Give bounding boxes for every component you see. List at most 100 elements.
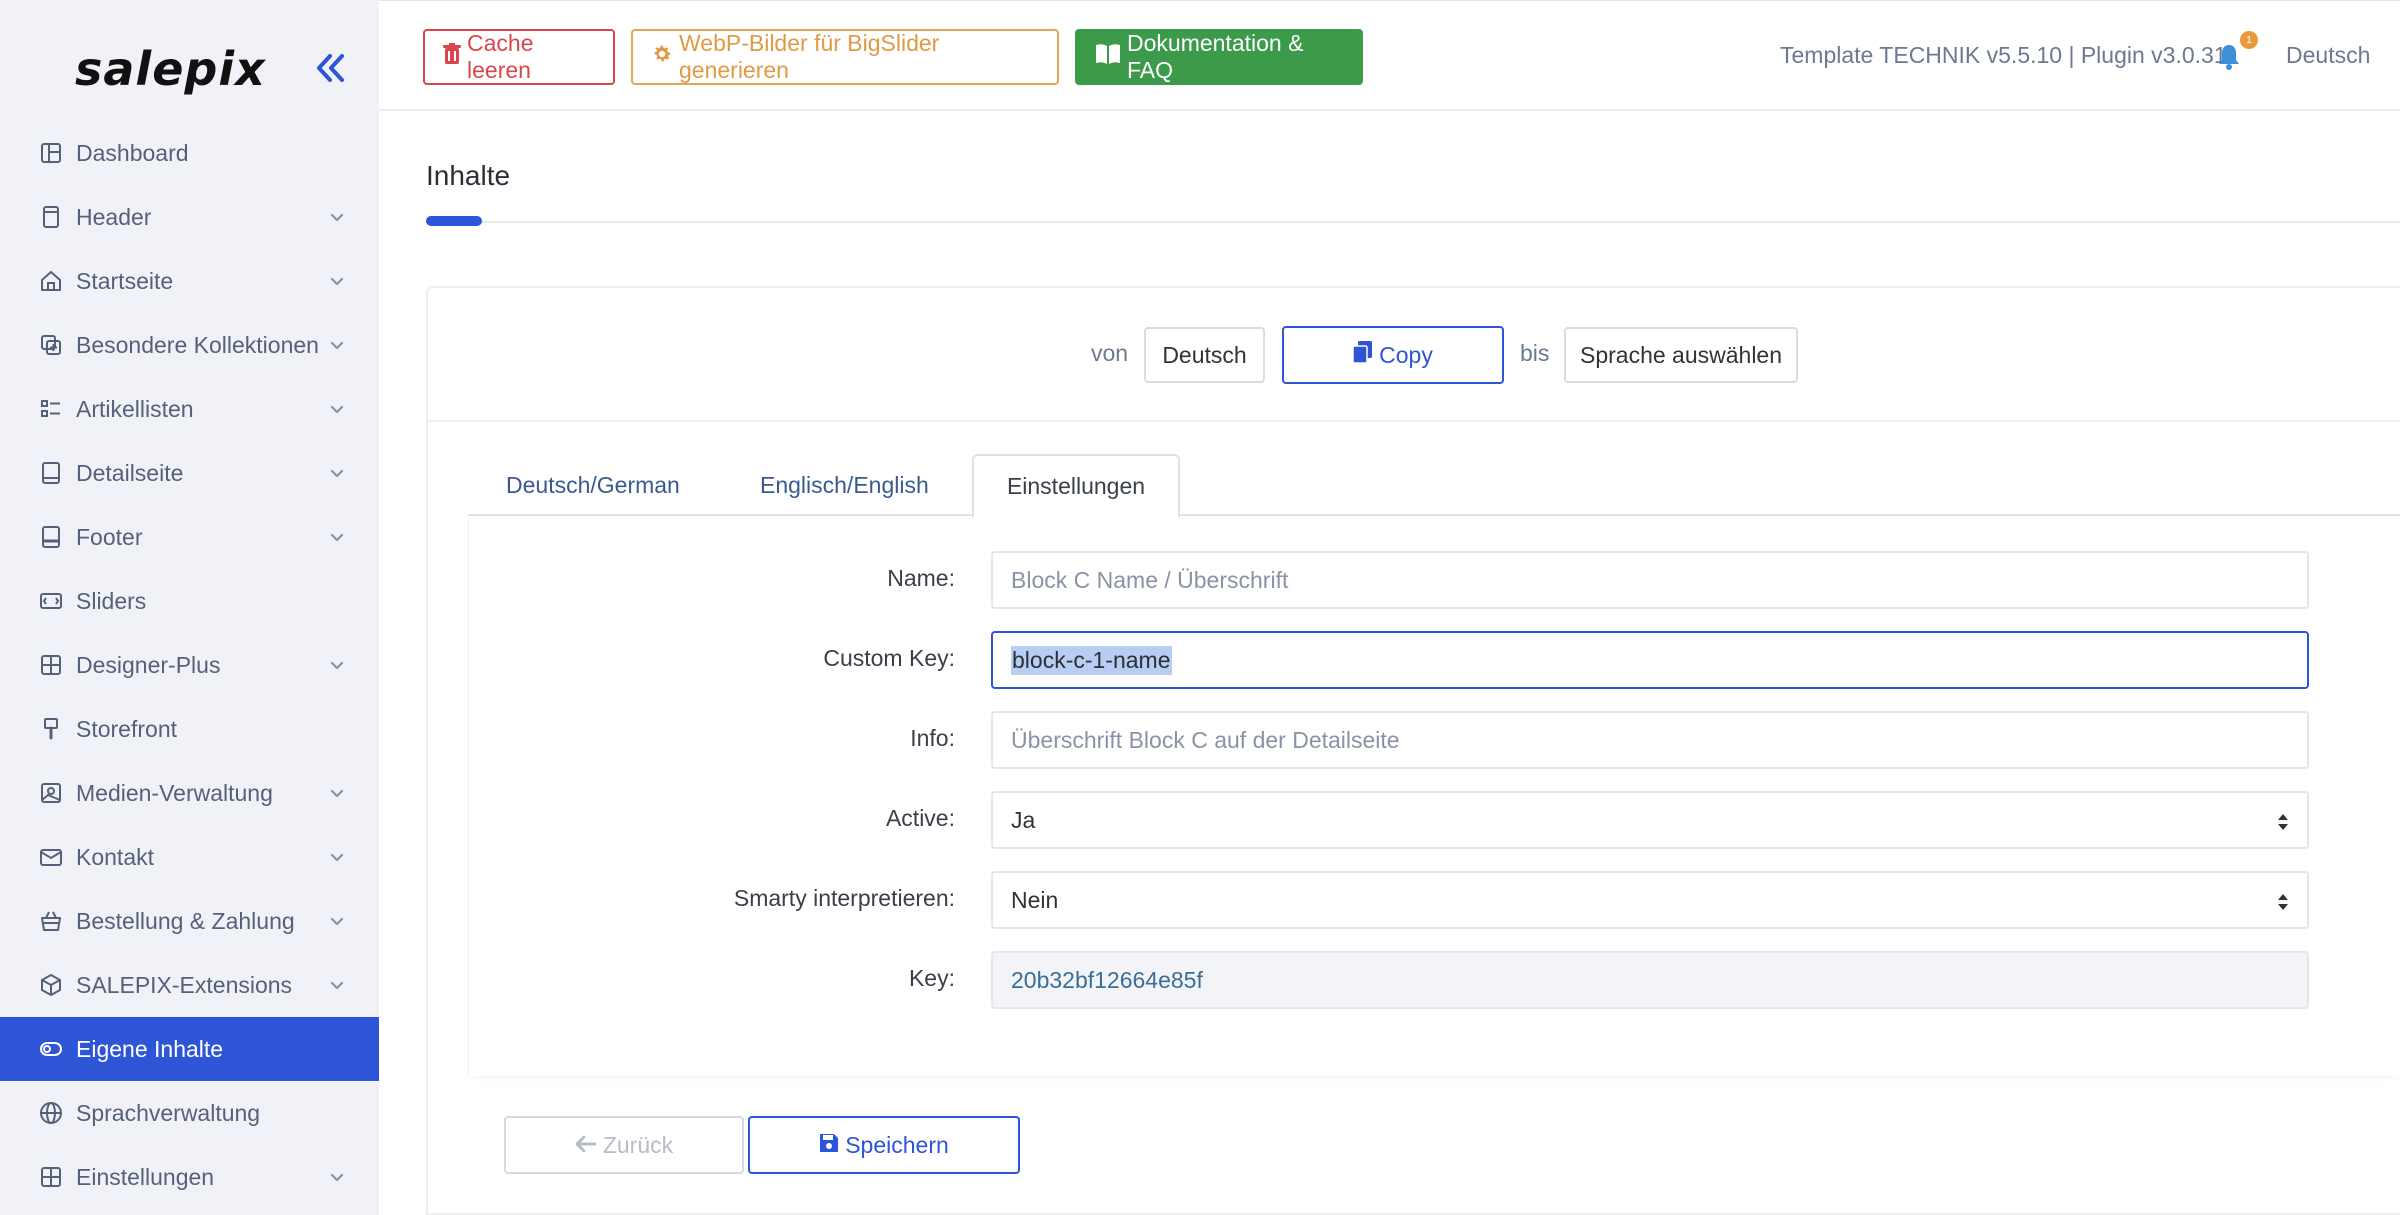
sidebar-item-header[interactable]: Header <box>0 185 379 249</box>
documentation-label: Dokumentation & FAQ <box>1127 30 1304 83</box>
smarty-label: Smarty interpretieren: <box>733 885 955 911</box>
sidebar-item-label: Detailseite <box>76 459 184 486</box>
gear-icon <box>651 43 679 71</box>
sidebar-item-label: Footer <box>76 523 143 550</box>
basket-icon <box>39 909 63 933</box>
sidebar-nav: Dashboard Header Startseite Besondere Kolle… <box>0 121 379 1209</box>
settings-grid-icon <box>39 1165 63 1189</box>
info-input[interactable]: Überschrift Block C auf der Detailseite <box>991 711 2309 769</box>
sidebar: salepix Dashboard Header Startseite Besonde… <box>0 0 379 1215</box>
tab-german[interactable]: Deutsch/German <box>506 454 680 516</box>
brush-icon <box>39 717 63 741</box>
documentation-button[interactable]: Dokumentation & FAQ <box>1075 29 1363 85</box>
active-select[interactable]: Ja <box>991 791 2309 849</box>
collections-icon <box>39 333 63 357</box>
sidebar-item-label: Sprachverwaltung <box>76 1099 261 1126</box>
collapse-sidebar-icon[interactable] <box>310 48 350 88</box>
sidebar-item-label: Medien-Verwaltung <box>76 779 273 806</box>
sidebar-item-sliders[interactable]: Sliders <box>0 569 379 633</box>
select-caret-icon <box>2277 811 2289 838</box>
sidebar-item-artikellisten[interactable]: Artikellisten <box>0 377 379 441</box>
key-row: Key: 20b32bf12664e85f <box>469 951 2400 1009</box>
custom-key-row: Custom Key: block-c-1-name <box>469 631 2400 689</box>
chevron-down-icon <box>327 335 347 355</box>
copy-target-language-button[interactable]: Sprache auswählen <box>1564 327 1798 383</box>
select-caret-icon <box>2277 891 2289 918</box>
tab-bar: Deutsch/German Englisch/English Einstell… <box>468 454 2400 518</box>
sidebar-item-salepix-extensions[interactable]: SALEPIX-Extensions <box>0 953 379 1017</box>
notification-badge: 1 <box>2240 31 2258 49</box>
sidebar-item-dashboard[interactable]: Dashboard <box>0 121 379 185</box>
sidebar-item-storefront[interactable]: Storefront <box>0 697 379 761</box>
slider-icon <box>39 589 63 613</box>
language-selector[interactable]: Deutsch <box>2286 42 2370 69</box>
smarty-row: Smarty interpretieren: Nein <box>469 871 2400 929</box>
smarty-select[interactable]: Nein <box>991 871 2309 929</box>
page-title: Inhalte <box>426 160 511 191</box>
dashboard-icon <box>39 141 63 165</box>
custom-key-input[interactable]: block-c-1-name <box>991 631 2309 689</box>
chevron-down-icon <box>327 527 347 547</box>
sidebar-item-label: SALEPIX-Extensions <box>76 971 293 998</box>
chevron-down-icon <box>327 847 347 867</box>
globe-icon <box>39 1101 63 1125</box>
sidebar-item-eigene-inhalte[interactable]: Eigene Inhalte <box>0 1017 379 1081</box>
chevron-down-icon <box>327 463 347 483</box>
back-button[interactable]: Zurück <box>504 1116 744 1174</box>
header-icon <box>39 205 63 229</box>
back-label: Zurück <box>602 1131 674 1158</box>
active-select-value: Ja <box>1011 806 1036 833</box>
tab-english[interactable]: Englisch/English <box>760 454 929 516</box>
content-card: von Deutsch Copy bis Sprache auswählen D… <box>426 286 2400 1215</box>
sidebar-item-label: Sliders <box>76 587 147 614</box>
sidebar-item-label: Kontakt <box>76 843 154 870</box>
clear-cache-label: Cache leeren <box>467 30 534 83</box>
title-divider <box>426 221 2400 223</box>
name-label: Name: <box>887 565 955 591</box>
copy-source-language-button[interactable]: Deutsch <box>1144 327 1265 383</box>
detail-page-icon <box>39 461 63 485</box>
sidebar-item-sprachverwaltung[interactable]: Sprachverwaltung <box>0 1081 379 1145</box>
key-label: Key: <box>908 965 955 991</box>
trash-icon <box>443 43 467 71</box>
media-icon <box>39 781 63 805</box>
smarty-select-value: Nein <box>1011 886 1059 913</box>
tab-settings[interactable]: Einstellungen <box>972 454 1180 518</box>
custom-key-value: block-c-1-name <box>1011 645 1172 675</box>
footer-icon <box>39 525 63 549</box>
copy-from-label: von <box>1091 340 1129 366</box>
settings-form: Name: Block C Name / Überschrift Custom … <box>468 516 2400 1076</box>
sidebar-item-einstellungen[interactable]: Einstellungen <box>0 1145 379 1209</box>
toggle-icon <box>39 1037 63 1061</box>
sidebar-item-besondere-kollektionen[interactable]: Besondere Kollektionen <box>0 313 379 377</box>
sidebar-item-label: Artikellisten <box>76 395 194 422</box>
key-readonly-field: 20b32bf12664e85f <box>991 951 2309 1009</box>
chevron-down-icon <box>327 399 347 419</box>
custom-key-label: Custom Key: <box>823 645 955 671</box>
clear-cache-button[interactable]: Cache leeren <box>423 29 615 85</box>
chevron-down-icon <box>327 207 347 227</box>
sidebar-item-label: Dashboard <box>76 139 189 166</box>
copy-button[interactable]: Copy <box>1282 326 1504 384</box>
sidebar-item-designer-plus[interactable]: Designer-Plus <box>0 633 379 697</box>
chevron-down-icon <box>327 911 347 931</box>
name-input[interactable]: Block C Name / Überschrift <box>991 551 2309 609</box>
sidebar-item-kontakt[interactable]: Kontakt <box>0 825 379 889</box>
chevron-down-icon <box>327 1167 347 1187</box>
sidebar-item-detailseite[interactable]: Detailseite <box>0 441 379 505</box>
bell-icon[interactable] <box>2216 43 2242 71</box>
generate-webp-button[interactable]: WebP-Bilder für BigSlider generieren <box>631 29 1059 85</box>
sidebar-item-label: Eigene Inhalte <box>76 1035 224 1062</box>
top-bar: Cache leeren WebP-Bilder für BigSlider g… <box>379 0 2400 111</box>
sidebar-item-startseite[interactable]: Startseite <box>0 249 379 313</box>
sidebar-item-footer[interactable]: Footer <box>0 505 379 569</box>
arrow-left-icon <box>575 1132 603 1159</box>
home-icon <box>39 269 63 293</box>
generate-webp-label: WebP-Bilder für BigSlider generieren <box>679 30 940 83</box>
chevron-down-icon <box>327 975 347 995</box>
copy-to-label: bis <box>1520 340 1550 366</box>
sidebar-item-bestellung-zahlung[interactable]: Bestellung & Zahlung <box>0 889 379 953</box>
sidebar-item-medien-verwaltung[interactable]: Medien-Verwaltung <box>0 761 379 825</box>
sidebar-item-label: Header <box>76 203 152 230</box>
save-button[interactable]: Speichern <box>748 1116 1020 1174</box>
